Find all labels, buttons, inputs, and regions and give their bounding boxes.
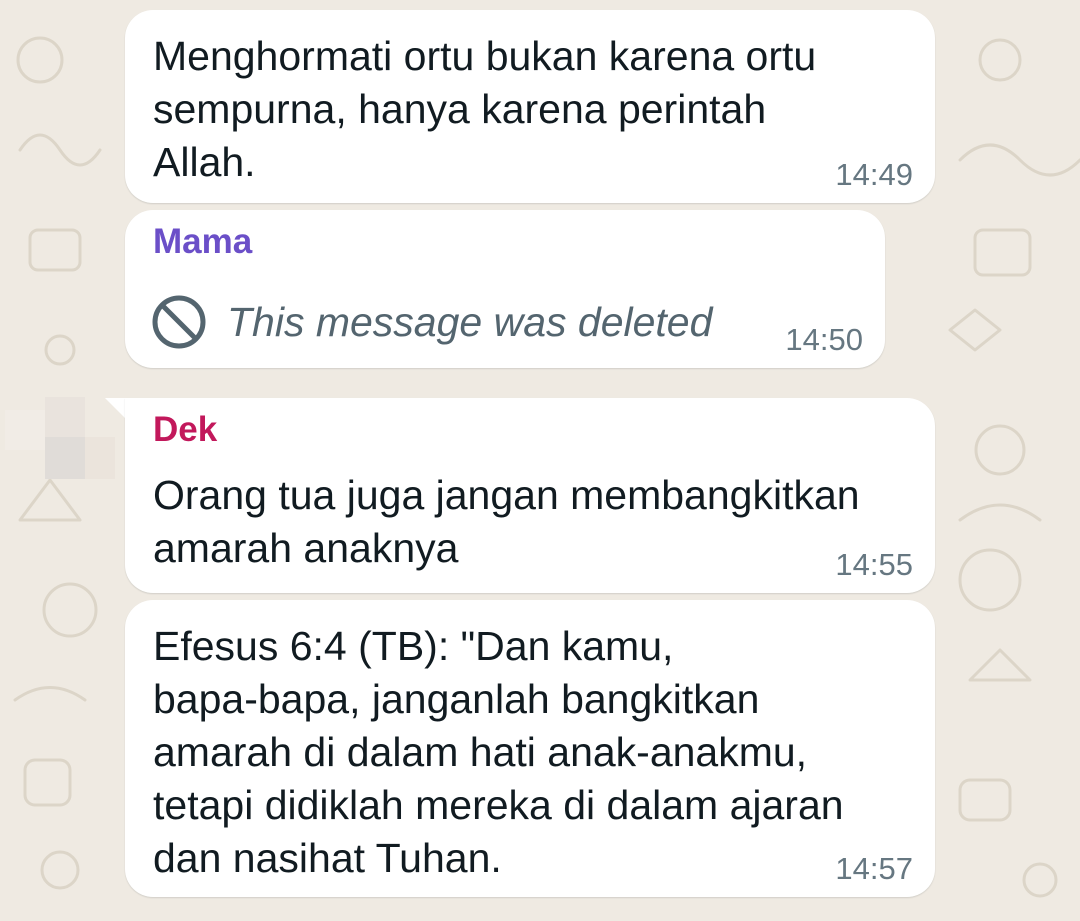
message-bubble-1[interactable]: Menghormati ortu bukan karena ortu sempu… [125, 10, 935, 203]
message-bubble-3[interactable]: Dek Orang tua juga jangan membangkitkan … [125, 398, 935, 593]
message-bubble-deleted[interactable]: Mama This message was deleted 14:50 [125, 210, 885, 368]
deleted-message-row: This message was deleted [151, 294, 712, 350]
sender-avatar[interactable] [0, 395, 120, 487]
message-timestamp: 14:49 [835, 157, 913, 192]
message-text: Efesus 6:4 (TB): "Dan kamu, bapa-bapa, j… [153, 623, 844, 881]
message-text: Orang tua juga jangan membangkitkan amar… [153, 472, 860, 571]
blocked-icon [152, 295, 206, 349]
deleted-message-text: This message was deleted [227, 298, 713, 345]
message-timestamp: 14:50 [785, 322, 863, 357]
message-bubble-4[interactable]: Efesus 6:4 (TB): "Dan kamu, bapa-bapa, j… [125, 600, 935, 897]
message-timestamp: 14:55 [835, 547, 913, 582]
message-text: Menghormati ortu bukan karena ortu sempu… [153, 33, 817, 185]
sender-name: Dek [153, 410, 218, 449]
sender-name: Mama [153, 222, 253, 261]
message-timestamp: 14:57 [835, 851, 913, 886]
